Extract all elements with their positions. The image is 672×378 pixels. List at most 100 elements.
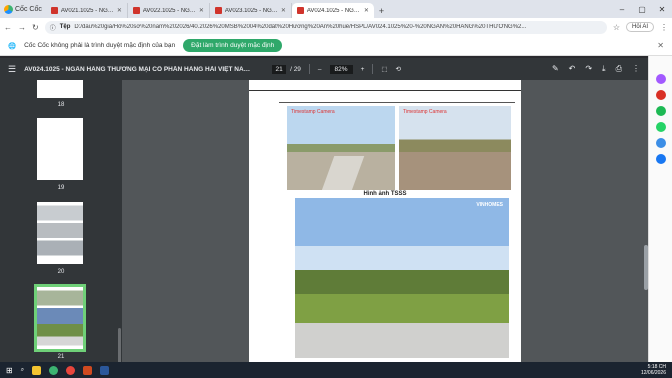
- close-icon[interactable]: ✕: [657, 41, 664, 50]
- zoom-input[interactable]: 82%: [329, 64, 353, 74]
- tab-bar: Cốc Cốc AV021.1025 - NGÂN HÀNG THƯ✕ AV02…: [0, 0, 672, 18]
- notice-icon: 🌐: [8, 42, 17, 50]
- pdf-viewer[interactable]: Timestamp Camera Timestamp Camera Hình ả…: [122, 80, 648, 362]
- minimize-icon[interactable]: –: [612, 5, 632, 14]
- address-bar: ← → ↻ ⓘ Tệp D:/đấu%20giá/Hồ%20sơ%20năm%2…: [0, 18, 672, 36]
- close-icon[interactable]: ✕: [117, 7, 122, 14]
- coccoc-taskbar-icon[interactable]: [49, 365, 59, 375]
- brand-label: Cốc Cốc: [15, 5, 42, 13]
- close-window-icon[interactable]: ✕: [652, 5, 672, 14]
- clock-date: 12/06/2026: [640, 370, 666, 376]
- page-thumbnail-18[interactable]: [37, 80, 83, 98]
- watermark-text: VINHOMES: [476, 202, 503, 208]
- more-icon[interactable]: ⋮: [632, 64, 640, 74]
- url-field[interactable]: ⓘ Tệp D:/đấu%20giá/Hồ%20sơ%20năm%202026/…: [44, 20, 607, 34]
- coccoc-logo-icon: [4, 4, 13, 14]
- close-icon[interactable]: ✕: [364, 7, 369, 14]
- comparison-photo-landscape: VINHOMES: [295, 198, 509, 358]
- print-icon[interactable]: ⎙: [616, 64, 622, 74]
- road-shape: [319, 156, 365, 190]
- page-total: / 29: [290, 65, 301, 73]
- close-icon[interactable]: ✕: [199, 7, 204, 14]
- close-icon[interactable]: ✕: [281, 7, 286, 14]
- new-tab-button[interactable]: +: [374, 3, 389, 18]
- info-icon[interactable]: ⓘ: [50, 23, 56, 32]
- zoom-out-icon[interactable]: –: [318, 66, 322, 73]
- facebook-icon[interactable]: [656, 154, 666, 164]
- page-divider: [249, 90, 521, 91]
- windows-start-icon[interactable]: ⊞: [6, 366, 13, 375]
- forward-icon[interactable]: →: [18, 23, 26, 32]
- file-explorer-icon[interactable]: [32, 365, 42, 375]
- divider: [372, 64, 374, 74]
- chrome-taskbar-icon[interactable]: [66, 365, 76, 375]
- zoom-in-icon[interactable]: +: [361, 66, 365, 73]
- page-input[interactable]: 21: [272, 64, 287, 74]
- reload-icon[interactable]: ↻: [32, 23, 39, 32]
- browser-brand[interactable]: Cốc Cốc: [0, 0, 46, 18]
- tab-label: AV022.1025 - NGÂN HÀNG THƯ: [142, 7, 196, 14]
- page-thumbnail-19[interactable]: [37, 118, 83, 180]
- document-title: AV024.1025 - NGÂN HÀNG THƯƠNG MẠI CỔ PHẦ…: [24, 65, 255, 73]
- maximize-icon[interactable]: ▢: [632, 5, 652, 14]
- right-side-panel: [648, 56, 672, 362]
- set-default-button[interactable]: Đặt làm trình duyệt mặc định: [183, 39, 283, 52]
- tab-4[interactable]: AV024.1025 - NGÂN HÀNG THƯ✕: [291, 3, 374, 18]
- thumbnail-number: 19: [57, 185, 65, 191]
- download-icon[interactable]: ⤓: [602, 64, 606, 74]
- tab-label: AV021.1025 - NGÂN HÀNG THƯ: [60, 7, 114, 14]
- windows-taskbar: ⊞ ⌕ 5:18 CH 12/06/2026: [0, 362, 672, 378]
- undo-icon[interactable]: ↶: [569, 64, 576, 74]
- window-controls: – ▢ ✕: [612, 0, 672, 18]
- pdf-icon: [132, 7, 140, 14]
- messenger-icon[interactable]: [656, 74, 666, 84]
- annotate-icon[interactable]: ✎: [552, 64, 559, 74]
- tab-label: AV024.1025 - NGÂN HÀNG THƯ: [306, 7, 361, 14]
- table-border: [279, 102, 515, 103]
- page-thumbnail-20[interactable]: [37, 202, 83, 264]
- ask-ai-button[interactable]: Hỏi AI: [625, 22, 654, 32]
- sidebar-scrollbar[interactable]: [118, 328, 121, 362]
- back-icon[interactable]: ←: [4, 23, 12, 32]
- system-clock[interactable]: 5:18 CH 12/06/2026: [641, 364, 666, 376]
- tab-label: AV023.1025 - NGÂN HÀNG THƯ: [224, 7, 278, 14]
- pdf-page: Timestamp Camera Timestamp Camera Hình ả…: [249, 80, 521, 362]
- fit-page-icon[interactable]: ⬚: [381, 65, 387, 73]
- youtube-icon[interactable]: [656, 90, 666, 100]
- spotify-icon[interactable]: [656, 106, 666, 116]
- url-text: D:/đấu%20giá/Hồ%20sơ%20năm%202026/40.202…: [74, 24, 527, 30]
- tab-1[interactable]: AV021.1025 - NGÂN HÀNG THƯ✕: [46, 3, 128, 18]
- pdf-tools: ✎ ↶ ↷ ⤓ ⎙ ⋮: [552, 64, 640, 74]
- page-indicator: 21 / 29: [272, 64, 301, 74]
- redo-icon[interactable]: ↷: [585, 64, 592, 74]
- thumbnail-sidebar: 18 19 20 21: [0, 80, 122, 362]
- thumbnail-number: 20: [57, 269, 65, 275]
- app-taskbar-icon[interactable]: [83, 365, 93, 375]
- notice-text: Cốc Cốc không phải là trình duyệt mặc đị…: [24, 42, 176, 49]
- menu-icon[interactable]: ⋮: [660, 23, 668, 32]
- photo-stamp: Timestamp Camera: [291, 109, 335, 115]
- thumbnail-number: 21: [57, 354, 65, 360]
- comparison-photo-field: Timestamp Camera: [399, 106, 511, 190]
- pdf-icon: [50, 7, 58, 14]
- rotate-icon[interactable]: ⟲: [396, 65, 401, 73]
- word-taskbar-icon[interactable]: [100, 365, 110, 375]
- page-thumbnail-21[interactable]: [34, 284, 86, 352]
- default-browser-notice: 🌐 Cốc Cốc không phải là trình duyệt mặc …: [0, 36, 672, 56]
- tab-2[interactable]: AV022.1025 - NGÂN HÀNG THƯ✕: [128, 3, 210, 18]
- photo-stamp: Timestamp Camera: [403, 109, 447, 115]
- thumbnail-number: 18: [57, 102, 65, 108]
- search-icon[interactable]: ⌕: [21, 367, 24, 374]
- whatsapp-icon[interactable]: [656, 122, 666, 132]
- telegram-icon[interactable]: [656, 138, 666, 148]
- tab-3[interactable]: AV023.1025 - NGÂN HÀNG THƯ✕: [210, 3, 292, 18]
- star-icon[interactable]: ☆: [613, 23, 620, 32]
- sidebar-menu-icon[interactable]: ☰: [8, 64, 16, 75]
- pdf-icon: [296, 7, 304, 14]
- photo-caption: Hình ảnh TSSS: [363, 191, 407, 197]
- divider: [308, 64, 310, 74]
- site-label: Tệp: [59, 24, 71, 30]
- pdf-toolbar: ☰ AV024.1025 - NGÂN HÀNG THƯƠNG MẠI CỔ P…: [0, 58, 648, 80]
- pdf-icon: [214, 7, 222, 14]
- comparison-photo-road: Timestamp Camera: [287, 106, 395, 190]
